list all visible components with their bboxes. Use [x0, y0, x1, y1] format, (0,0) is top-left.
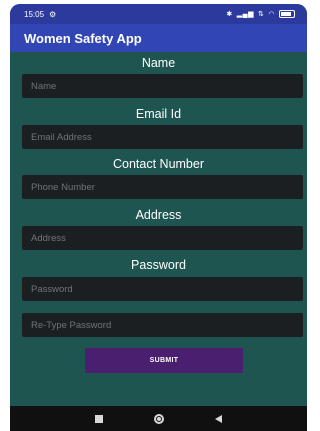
- address-input[interactable]: [22, 226, 303, 250]
- name-input[interactable]: [22, 74, 303, 98]
- settings-icon: ⚙: [49, 9, 57, 19]
- wifi-icon: ◠: [268, 11, 275, 18]
- status-bar: 15:05 ⚙ ✱ ▂▄▆ ⇅ ◠: [10, 4, 307, 24]
- bluetooth-icon: ✱: [226, 11, 233, 18]
- contact-label: Contact Number: [112, 157, 204, 171]
- phone-screen: 15:05 ⚙ ✱ ▂▄▆ ⇅ ◠ Women Safety App Name …: [10, 4, 307, 431]
- password-label: Password: [131, 258, 186, 272]
- data-icon: ⇅: [258, 11, 265, 18]
- phone-input[interactable]: [22, 175, 303, 199]
- password-input[interactable]: [22, 277, 303, 301]
- signal-icon: ▂▄▆: [236, 11, 255, 18]
- home-icon[interactable]: [153, 413, 164, 424]
- status-left: 15:05 ⚙: [24, 10, 56, 19]
- address-label: Address: [135, 208, 182, 222]
- navigation-bar: [10, 406, 307, 431]
- recents-icon[interactable]: [95, 414, 104, 423]
- name-label: Name: [141, 56, 176, 70]
- app-title: Women Safety App: [24, 30, 142, 46]
- back-icon[interactable]: [214, 414, 222, 423]
- app-bar: Women Safety App: [10, 24, 307, 52]
- status-icons: ✱ ▂▄▆ ⇅ ◠: [226, 10, 295, 18]
- email-input[interactable]: [22, 125, 303, 149]
- retype-password-input[interactable]: [22, 313, 303, 337]
- battery-icon: [279, 10, 295, 18]
- status-time: 15:05: [24, 9, 45, 19]
- submit-button[interactable]: SUBMIT: [85, 348, 243, 373]
- email-label: Email Id: [135, 107, 182, 121]
